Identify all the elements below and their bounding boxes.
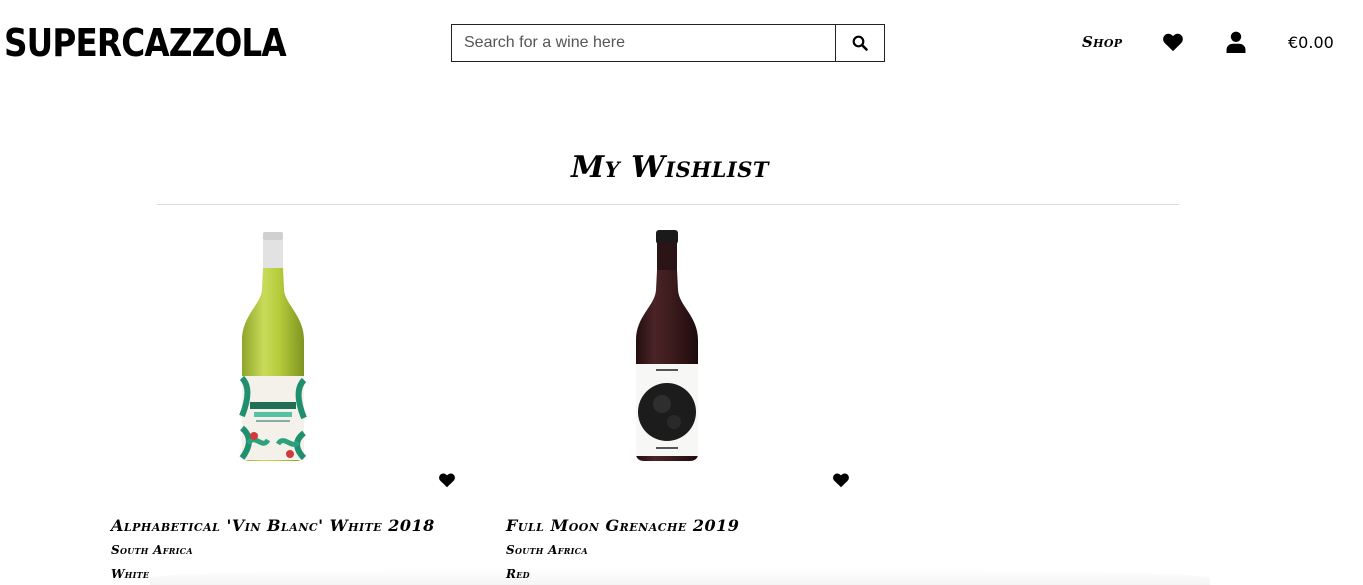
product-image[interactable] <box>632 228 702 464</box>
search-bar <box>451 24 885 62</box>
user-icon <box>1226 31 1246 53</box>
search-input[interactable] <box>452 25 835 61</box>
search-icon <box>852 35 868 51</box>
product-type: White <box>111 567 150 581</box>
heart-icon <box>439 473 455 488</box>
heart-icon <box>1163 33 1183 52</box>
nav-shop-link[interactable]: Shop <box>1082 33 1122 51</box>
remove-from-wishlist-button[interactable] <box>438 472 458 490</box>
product-country: South Africa <box>506 543 588 557</box>
search-button[interactable] <box>835 25 884 61</box>
remove-from-wishlist-button[interactable] <box>832 472 852 490</box>
nav-cart-total[interactable]: €0.00 <box>1288 33 1334 52</box>
product-image[interactable] <box>238 228 308 464</box>
footer-shadow <box>150 568 1210 585</box>
title-divider <box>157 204 1179 205</box>
wishlist-item: Alphabetical 'Vin Blanc' White 2018 Sout… <box>110 228 470 585</box>
site-logo[interactable]: SUPERCAZZOLA <box>4 20 287 66</box>
site-header: SUPERCAZZOLA Shop €0.00 <box>0 0 1363 90</box>
page-title: My Wishlist <box>570 150 770 185</box>
heart-icon <box>833 473 849 488</box>
product-name[interactable]: Full Moon Grenache 2019 <box>506 516 739 535</box>
product-name[interactable]: Alphabetical 'Vin Blanc' White 2018 <box>111 516 435 535</box>
nav-wishlist-button[interactable] <box>1161 30 1185 54</box>
nav-account-button[interactable] <box>1224 30 1248 54</box>
product-country: South Africa <box>111 543 193 557</box>
wishlist-item: Full Moon Grenache 2019 South Africa Red <box>505 228 865 585</box>
